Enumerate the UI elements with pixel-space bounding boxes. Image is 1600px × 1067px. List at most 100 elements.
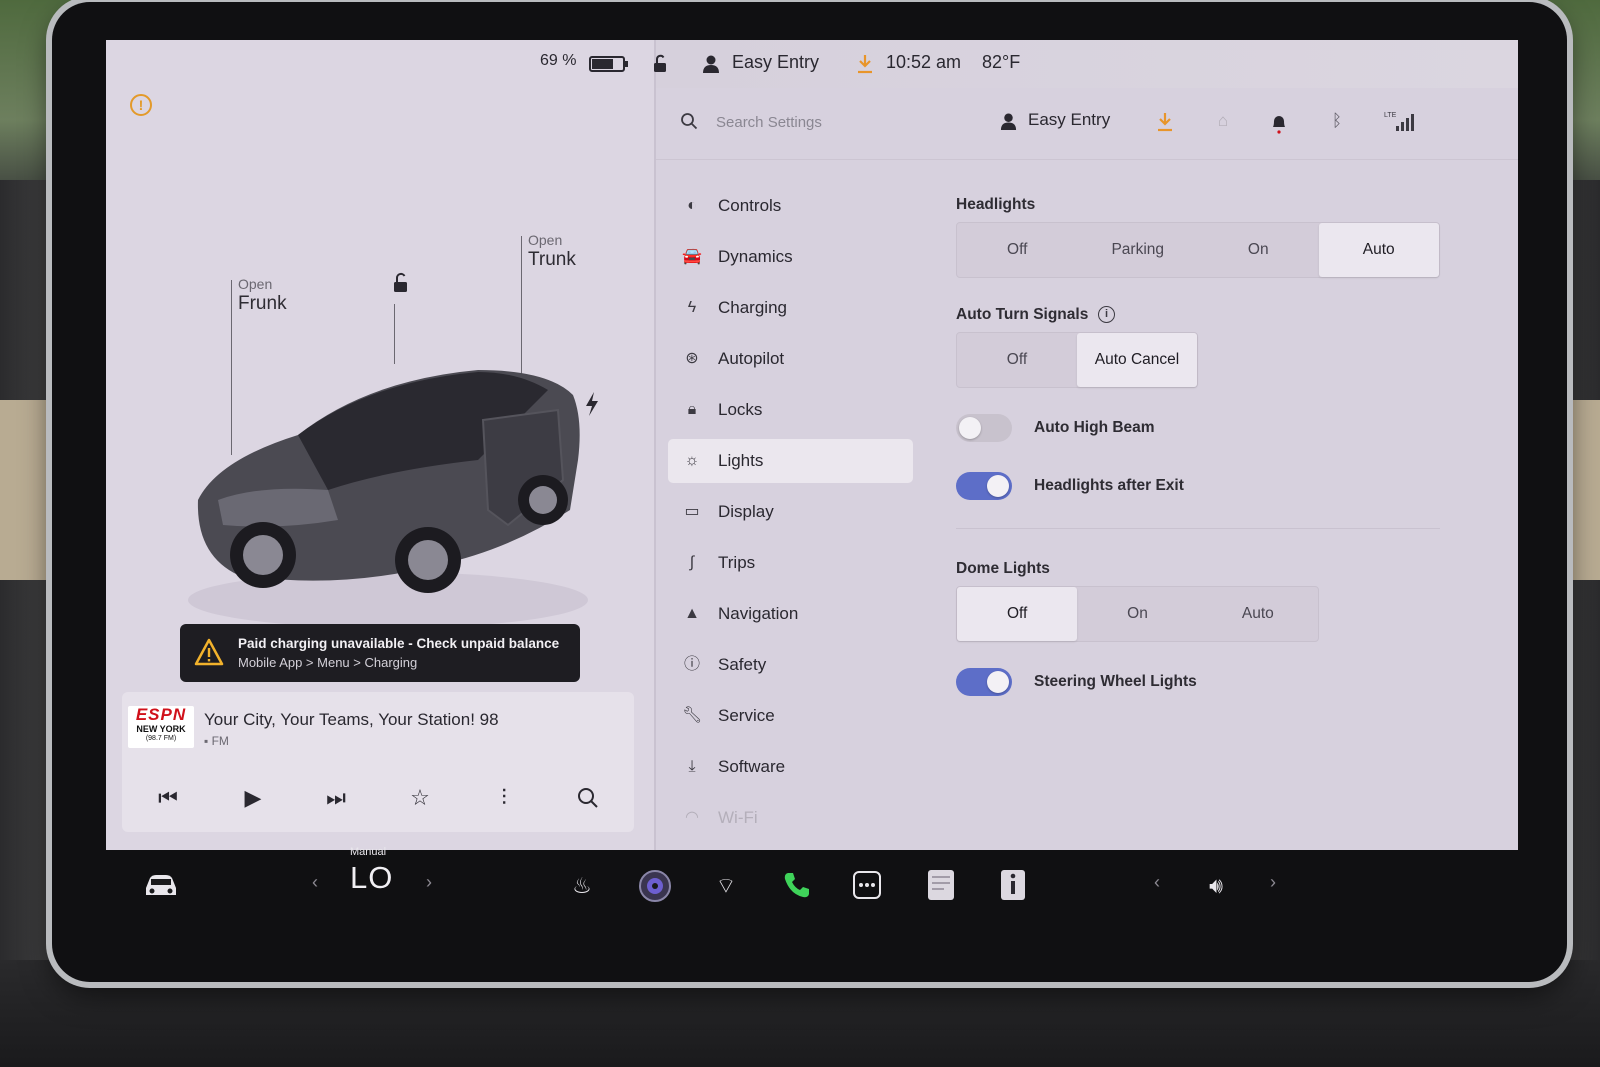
info-icon[interactable]: i (1098, 306, 1115, 323)
dome-lights-segmented-control: Off On Auto (956, 586, 1319, 642)
trunk-label: Trunk (528, 249, 576, 270)
temp-down-chevron-icon[interactable]: ‹ (312, 872, 318, 893)
tire-pressure-warning-icon[interactable]: ! (130, 94, 152, 116)
search-media-icon[interactable] (572, 782, 604, 814)
display-icon: ▭ (684, 503, 700, 520)
unlock-status-icon[interactable] (650, 54, 670, 74)
favorite-star-icon[interactable]: ☆ (404, 782, 436, 814)
nav-label: Display (718, 502, 774, 521)
volume-down-chevron-icon[interactable]: ‹ (1154, 872, 1160, 893)
nav-item-charging[interactable]: ϟ Charging (668, 286, 913, 330)
media-controls: ⏮ ▶ ⏭ ☆ ⫶ (152, 782, 622, 814)
alert-title: Paid charging unavailable - Check unpaid… (238, 636, 560, 651)
nav-item-locks[interactable]: 🔒︎ Locks (668, 388, 913, 432)
nav-label: Navigation (718, 604, 799, 623)
car-menu-icon[interactable] (142, 870, 180, 900)
auto-high-beam-toggle[interactable] (956, 414, 1012, 442)
camera-icon[interactable] (638, 869, 672, 903)
nav-item-navigation[interactable]: ▲ Navigation (668, 592, 913, 636)
header-profile-icon (1000, 113, 1017, 130)
nav-item-lights[interactable]: ☼ Lights (668, 439, 913, 483)
media-title: Your City, Your Teams, Your Station! 98 (204, 710, 499, 729)
nav-item-software[interactable]: ⤓ Software (668, 745, 913, 789)
dome-on-option[interactable]: On (1077, 587, 1197, 641)
car-icon: 🚘 (682, 248, 702, 265)
wiper-icon[interactable]: ⌔ (706, 868, 746, 904)
climate-temperature[interactable]: LO (350, 860, 393, 896)
volume-up-chevron-icon[interactable]: › (1270, 872, 1276, 893)
dome-auto-option[interactable]: Auto (1198, 587, 1318, 641)
next-track-icon[interactable]: ⏭ (320, 782, 352, 814)
software-update-icon[interactable] (856, 54, 874, 74)
volume-icon[interactable]: 🔊︎ (1196, 868, 1236, 904)
frunk-label: Frunk (238, 293, 287, 314)
dome-lights-title: Dome Lights (956, 560, 1050, 577)
nav-item-autopilot[interactable]: ⊛ Autopilot (668, 337, 913, 381)
section-divider (956, 528, 1440, 529)
equalizer-icon[interactable]: ⫶ (488, 782, 520, 814)
search-settings-input[interactable] (716, 110, 976, 134)
trunk-callout[interactable]: Open Trunk (528, 232, 576, 271)
nav-label: Wi-Fi (718, 808, 758, 827)
calendar-app-icon[interactable] (926, 868, 956, 902)
headlights-after-exit-toggle[interactable] (956, 472, 1012, 500)
turn-signals-off-option[interactable]: Off (957, 333, 1077, 387)
battery-fill (592, 59, 613, 69)
nav-item-display[interactable]: ▭ Display (668, 490, 913, 534)
headlights-after-exit-label: Headlights after Exit (1034, 477, 1184, 494)
steering-wheel-lights-toggle[interactable] (956, 668, 1012, 696)
dome-off-option[interactable]: Off (957, 587, 1078, 641)
settings-header: Easy Entry ⌂ ᛒ LTE (656, 88, 1518, 160)
touchscreen: ! Open Frunk Open Trunk Paid charging un… (106, 40, 1518, 850)
nav-item-service[interactable]: 🔧︎ Service (668, 694, 913, 738)
safety-icon: ⓘ (683, 656, 700, 673)
nav-label: Lights (718, 451, 764, 470)
temp-up-chevron-icon[interactable]: › (426, 872, 432, 893)
download-icon: ⤓ (688, 758, 696, 775)
headlights-parking-option[interactable]: Parking (1078, 223, 1199, 277)
turn-signals-auto-cancel-option[interactable]: Auto Cancel (1077, 333, 1197, 387)
wifi-icon: ◠ (685, 809, 699, 826)
play-icon[interactable]: ▶ (237, 782, 269, 814)
homelink-icon[interactable]: ⌂ (1212, 110, 1234, 132)
panel-divider (654, 40, 656, 850)
rear-defrost-icon[interactable]: ♨ (562, 868, 602, 904)
phone-icon[interactable] (782, 870, 812, 900)
nav-item-wifi[interactable]: ◠ Wi-Fi (668, 796, 913, 840)
trips-icon: ∫ (689, 554, 695, 571)
nav-item-trips[interactable]: ∫ Trips (668, 541, 913, 585)
notification-bell-icon[interactable] (1270, 112, 1288, 134)
frunk-callout[interactable]: Open Frunk (238, 276, 287, 315)
nav-item-controls[interactable]: ◐ Controls (668, 184, 913, 228)
headlights-on-option[interactable]: On (1198, 223, 1319, 277)
search-icon (681, 113, 698, 130)
owners-manual-icon[interactable] (998, 868, 1028, 902)
headlights-segmented-control: Off Parking On Auto (956, 222, 1440, 278)
charge-port-bolt-icon[interactable] (584, 392, 600, 416)
headlights-off-option[interactable]: Off (957, 223, 1078, 277)
nav-label: Service (718, 706, 775, 725)
status-profile-name[interactable]: Easy Entry (732, 52, 819, 73)
profile-icon (703, 55, 719, 73)
previous-track-icon[interactable]: ⏮ (152, 782, 184, 814)
nav-label: Software (718, 757, 786, 776)
nav-item-safety[interactable]: ⓘ Safety (668, 643, 913, 687)
car-3d-model[interactable] (178, 350, 598, 630)
header-profile-name[interactable]: Easy Entry (1028, 110, 1110, 130)
toggle-icon: ◐ (687, 197, 697, 214)
nav-label: Safety (718, 655, 767, 674)
frunk-action: Open (238, 276, 273, 292)
nav-item-dynamics[interactable]: 🚘 Dynamics (668, 235, 913, 279)
charging-alert-toast[interactable]: Paid charging unavailable - Check unpaid… (180, 624, 580, 682)
headlights-auto-option[interactable]: Auto (1318, 223, 1439, 277)
navigation-arrow-icon: ▲ (684, 605, 700, 622)
status-bar: 69 % Easy Entry 10:52 am 82°F (106, 40, 1518, 88)
nav-label: Autopilot (718, 349, 785, 368)
sun-icon: ☼ (684, 452, 700, 469)
bluetooth-icon[interactable]: ᛒ (1326, 110, 1348, 132)
nav-label: Charging (718, 298, 787, 317)
more-apps-icon[interactable] (852, 870, 882, 900)
unlock-icon[interactable] (389, 272, 411, 294)
turn-signals-segmented-control: Off Auto Cancel (956, 332, 1198, 388)
header-download-icon[interactable] (1156, 112, 1174, 132)
